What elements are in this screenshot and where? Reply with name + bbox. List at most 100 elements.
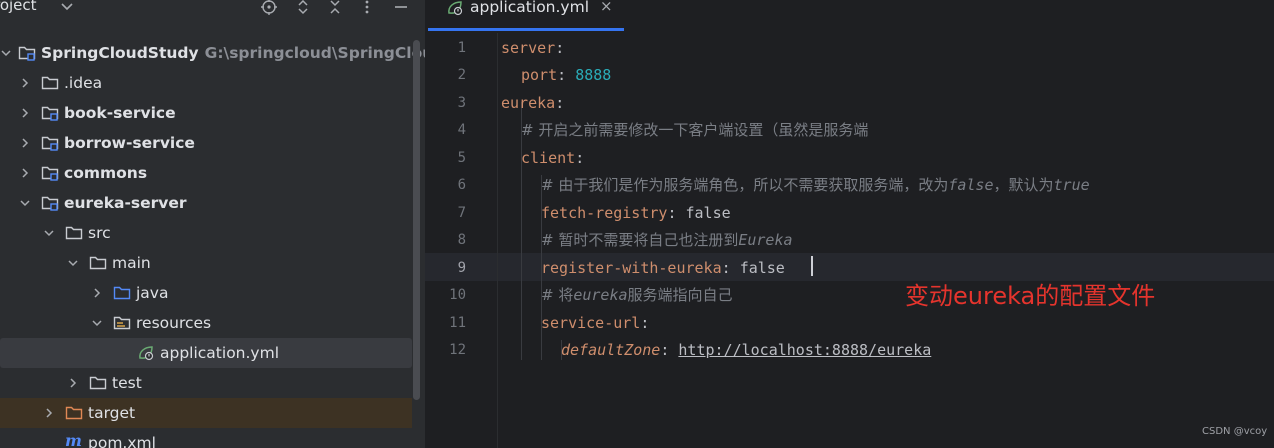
yaml-key: eureka <box>501 94 556 112</box>
chevron-right-icon[interactable] <box>19 167 31 179</box>
chevron-right-icon[interactable] <box>43 407 55 419</box>
code-line-3: eureka: <box>501 94 565 112</box>
tree-item-src[interactable]: src <box>0 218 412 248</box>
tree-item-target[interactable]: target <box>0 398 412 428</box>
locate-icon[interactable] <box>260 0 278 16</box>
red-annotation-text: 变动eureka的配置文件 <box>905 282 1156 310</box>
tree-item-application-yml[interactable]: application.yml <box>0 338 412 368</box>
code-line-2: port: 8888 <box>521 66 612 84</box>
line-number: 6 <box>457 177 466 193</box>
yaml-key: server <box>501 39 556 57</box>
chevron-right-icon[interactable] <box>19 77 31 89</box>
editor-tab-bar: application.yml × <box>425 0 1274 32</box>
folder-icon <box>89 256 107 270</box>
yaml-comment-word: Eureka <box>738 231 793 249</box>
chevron-down-icon[interactable] <box>91 317 103 329</box>
tree-item-label: pom.xml <box>88 434 156 448</box>
maven-icon: m <box>65 431 82 448</box>
project-scrollbar[interactable] <box>413 40 420 400</box>
code-line-8: # 暂时不需要将自己也注册到Eureka <box>541 230 793 250</box>
resources-folder-icon <box>113 316 131 330</box>
yaml-key: register-with-eureka <box>541 259 722 277</box>
yaml-comment: 服务端指向自己 <box>627 286 733 304</box>
indent-guide <box>521 102 522 360</box>
chevron-down-icon[interactable] <box>58 0 76 16</box>
code-line-9: register-with-eureka: false <box>541 259 785 277</box>
chevron-right-icon[interactable] <box>67 377 79 389</box>
project-header: roject <box>0 0 425 18</box>
line-number: 8 <box>457 232 466 248</box>
tree-item-java[interactable]: java <box>0 278 412 308</box>
chevron-right-icon[interactable] <box>19 107 31 119</box>
code-line-1: server: <box>501 39 565 57</box>
tree-item-resources[interactable]: resources <box>0 308 412 338</box>
tree-item-springcloudstudy[interactable]: SpringCloudStudy G:\springcloud\SpringClo… <box>0 38 425 68</box>
code-line-10: # 将eureka服务端指向自己 <box>541 285 733 305</box>
folder-icon <box>41 76 59 90</box>
line-number: 5 <box>457 150 466 166</box>
module-folder-icon <box>41 106 59 121</box>
source-folder-icon <box>113 286 131 300</box>
tree-item-main[interactable]: main <box>0 248 412 278</box>
tree-item-test[interactable]: test <box>0 368 412 398</box>
line-number: 2 <box>457 67 466 83</box>
tree-item-label: main <box>112 254 151 272</box>
excluded-folder-icon <box>65 406 83 420</box>
tree-item-label: commons <box>64 164 148 182</box>
line-number: 10 <box>449 287 466 303</box>
tree-item-eureka-server[interactable]: eureka-server <box>0 188 412 218</box>
tree-item-book-service[interactable]: book-service <box>0 98 412 128</box>
yaml-url-link[interactable]: http://localhost:8888/eureka <box>678 341 931 359</box>
tree-item-idea[interactable]: .idea <box>0 68 412 98</box>
watermark: CSDN @vcoy <box>1202 426 1268 437</box>
yaml-key: port <box>521 66 558 84</box>
editor: application.yml × 1 2 3 4 5 6 7 8 9 10 1… <box>425 0 1274 448</box>
minimize-icon[interactable] <box>392 0 410 16</box>
yaml-key: defaultZone <box>561 341 661 359</box>
tree-item-label: src <box>88 224 111 242</box>
tab-label: application.yml <box>470 0 590 16</box>
tree-item-path: G:\springcloud\SpringCloudSt <box>204 44 425 62</box>
module-folder-icon <box>18 46 36 61</box>
collapse-all-icon[interactable] <box>326 0 344 16</box>
project-tool-window: roject SpringCloudStudy G:\springcloud\Sp… <box>0 0 425 448</box>
text-caret <box>811 256 813 276</box>
tree-item-label: SpringCloudStudy <box>41 44 199 62</box>
folder-icon <box>89 376 107 390</box>
tree-item-label: test <box>112 374 142 392</box>
tree-item-pom-xml[interactable]: m pom.xml <box>0 428 412 448</box>
close-icon[interactable]: × <box>600 0 613 15</box>
chevron-down-icon[interactable] <box>19 197 31 209</box>
yaml-value: false <box>685 204 731 222</box>
chevron-down-icon[interactable] <box>43 227 55 239</box>
tree-item-label: application.yml <box>160 344 280 362</box>
yaml-comment-word: eureka <box>573 286 628 304</box>
line-number: 12 <box>449 342 466 358</box>
chevron-right-icon[interactable] <box>19 137 31 149</box>
more-options-icon[interactable] <box>358 0 376 16</box>
tree-item-commons[interactable]: commons <box>0 158 412 188</box>
yaml-value: false <box>739 259 785 277</box>
project-title[interactable]: roject <box>0 0 37 14</box>
yaml-comment: # 开启之前需要修改一下客户端设置（虽然是服务端 <box>521 121 869 139</box>
chevron-down-icon[interactable] <box>67 257 79 269</box>
yaml-number: 8888 <box>575 66 612 84</box>
tree-item-label: borrow-service <box>64 134 195 152</box>
chevron-right-icon[interactable] <box>91 287 103 299</box>
code-line-5: client: <box>521 149 585 167</box>
spring-config-icon <box>448 1 463 16</box>
yaml-key: service-url <box>541 314 641 332</box>
yaml-comment: # 由于我们是作为服务端角色，所以不需要获取服务端，改为 <box>541 176 949 194</box>
chevron-down-icon[interactable] <box>0 47 12 59</box>
line-number: 11 <box>449 315 466 331</box>
expand-all-icon[interactable] <box>294 0 312 16</box>
yaml-comment-word: true <box>1053 176 1090 194</box>
line-number: 3 <box>457 95 466 111</box>
line-number-active: 9 <box>457 260 466 276</box>
module-folder-icon <box>41 196 59 211</box>
line-number: 4 <box>457 122 466 138</box>
tree-item-label: book-service <box>64 104 176 122</box>
code-line-4: # 开启之前需要修改一下客户端设置（虽然是服务端 <box>521 120 868 140</box>
module-folder-icon <box>41 166 59 181</box>
tree-item-borrow-service[interactable]: borrow-service <box>0 128 412 158</box>
